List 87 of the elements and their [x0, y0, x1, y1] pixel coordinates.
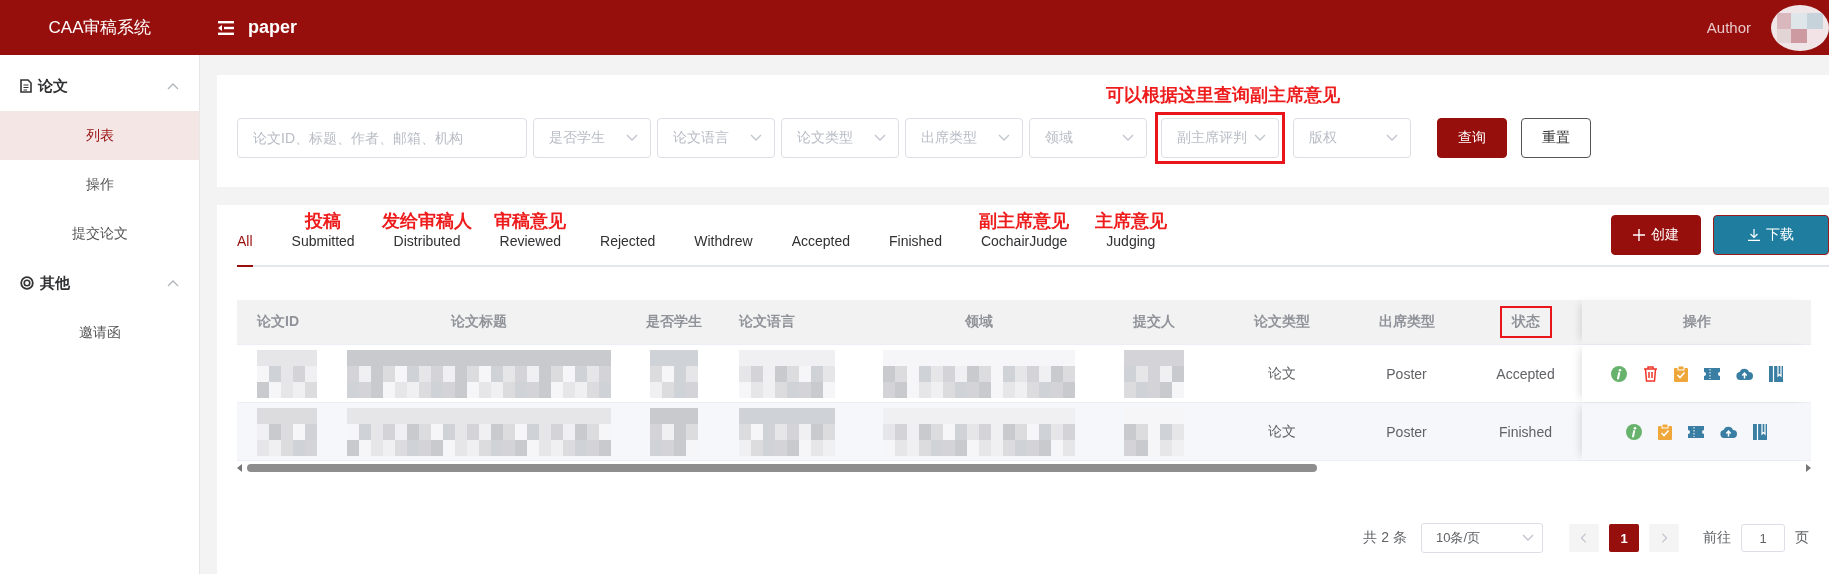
total-count: 共 2 条 [1363, 529, 1407, 547]
sidebar-group[interactable]: 其他 [0, 258, 199, 308]
chevron-down-icon [1122, 134, 1134, 142]
sidebar-item[interactable]: 列表 [0, 111, 199, 160]
chevron-down-icon [1522, 534, 1534, 542]
horizontal-scrollbar[interactable] [237, 461, 1811, 475]
app-logo-text: CAA审稿系统 [48, 17, 152, 39]
table-cell: 论文 [1267, 364, 1296, 383]
search-field[interactable]: 论文ID、标题、作者、邮箱、机构 [237, 118, 527, 158]
pixelated-text [650, 407, 698, 456]
column-header: 提交人 [1133, 313, 1175, 331]
cloud-upload-icon[interactable] [1720, 425, 1737, 438]
tab[interactable]: Rejected [600, 233, 656, 267]
annotation-text: 发给审稿人 [382, 211, 473, 231]
chevron-down-icon [626, 134, 638, 142]
column-header: 论文类型 [1253, 313, 1310, 331]
download-button[interactable]: 下载 [1713, 215, 1829, 255]
clipboard-icon[interactable] [1658, 423, 1672, 440]
sidebar-item[interactable]: 提交论文 [0, 209, 199, 258]
tab[interactable]: Submitted [291, 233, 355, 267]
create-button[interactable]: 创建 [1611, 215, 1701, 255]
tab[interactable]: All [237, 233, 253, 267]
table-cell: Poster [1386, 423, 1427, 440]
chevron-up-icon [167, 279, 179, 287]
annotation-text: 副主席意见 [979, 211, 1070, 231]
scroll-right-icon[interactable] [1805, 464, 1811, 472]
menu-icon[interactable] [218, 20, 236, 35]
search-button[interactable]: 查询 [1437, 118, 1507, 158]
tab[interactable]: Judging [1106, 233, 1156, 267]
column-header: 出席类型 [1378, 313, 1435, 331]
tab[interactable]: Accepted [791, 233, 850, 267]
tab[interactable]: Withdrew [694, 233, 753, 267]
annotation-text: 主席意见 [1094, 211, 1167, 231]
page-input[interactable]: 1 [1741, 524, 1785, 552]
column-header: 领域 [965, 313, 993, 331]
user-name[interactable]: Author [1706, 19, 1751, 36]
goto-label: 前往 [1703, 529, 1731, 547]
page-suffix: 页 [1795, 529, 1809, 547]
pixelated-text [257, 407, 317, 456]
chevron-down-icon [998, 134, 1010, 142]
column-header: 状态 [1511, 313, 1540, 331]
tab[interactable]: CochairJudge [980, 233, 1068, 267]
sidebar-item[interactable]: 邀请函 [0, 308, 199, 357]
book-icon[interactable] [1753, 423, 1767, 440]
chevron-down-icon [1386, 134, 1398, 142]
chevron-down-icon [874, 134, 886, 142]
table-cell: Accepted [1496, 365, 1555, 382]
ring-icon [20, 276, 34, 290]
document-icon [20, 79, 32, 93]
info-icon[interactable] [1626, 423, 1642, 440]
reset-button[interactable]: 重置 [1521, 118, 1591, 158]
avatar[interactable] [1771, 4, 1829, 51]
cloud-upload-icon[interactable] [1735, 367, 1753, 380]
plus-icon [1633, 229, 1645, 241]
page-title: paper [248, 17, 298, 38]
download-icon [1748, 229, 1760, 241]
info-icon[interactable] [1610, 365, 1627, 382]
table-cell: Poster [1386, 365, 1427, 382]
scroll-left-icon[interactable] [237, 464, 243, 472]
column-header: 是否学生 [646, 313, 702, 331]
clipboard-icon[interactable] [1673, 365, 1688, 382]
column-header: 论文ID [257, 313, 299, 331]
column-header: 论文标题 [451, 313, 507, 331]
page-number-button[interactable]: 1 [1609, 524, 1639, 552]
tab[interactable]: Reviewed [499, 233, 561, 267]
table-cell: 论文 [1267, 422, 1296, 441]
ticket-icon[interactable] [1688, 425, 1704, 438]
sidebar-group[interactable]: 论文 [0, 61, 199, 111]
annotation-text: 投稿 [305, 211, 342, 231]
sidebar-item[interactable]: 操作 [0, 160, 199, 209]
tab[interactable]: Finished [889, 233, 942, 267]
chevron-up-icon [167, 82, 179, 90]
annotation-text: 审稿意见 [494, 211, 567, 231]
book-icon[interactable] [1768, 365, 1783, 382]
trash-icon[interactable] [1642, 365, 1658, 382]
pixelated-text [257, 349, 317, 398]
column-header: 操作 [1682, 313, 1711, 331]
chevron-down-icon [750, 134, 762, 142]
column-header: 论文语言 [739, 313, 795, 331]
pixelated-text [1124, 349, 1184, 398]
annotation-text: 可以根据这里查询副主席意见 [1106, 84, 1340, 107]
pixelated-text [650, 349, 698, 398]
page-size-select[interactable]: 10条/页 [1421, 523, 1543, 553]
table-cell: Finished [1499, 423, 1552, 440]
tab[interactable]: Distributed [393, 233, 461, 267]
ticket-icon[interactable] [1703, 367, 1720, 380]
chevron-down-icon [1254, 134, 1266, 142]
